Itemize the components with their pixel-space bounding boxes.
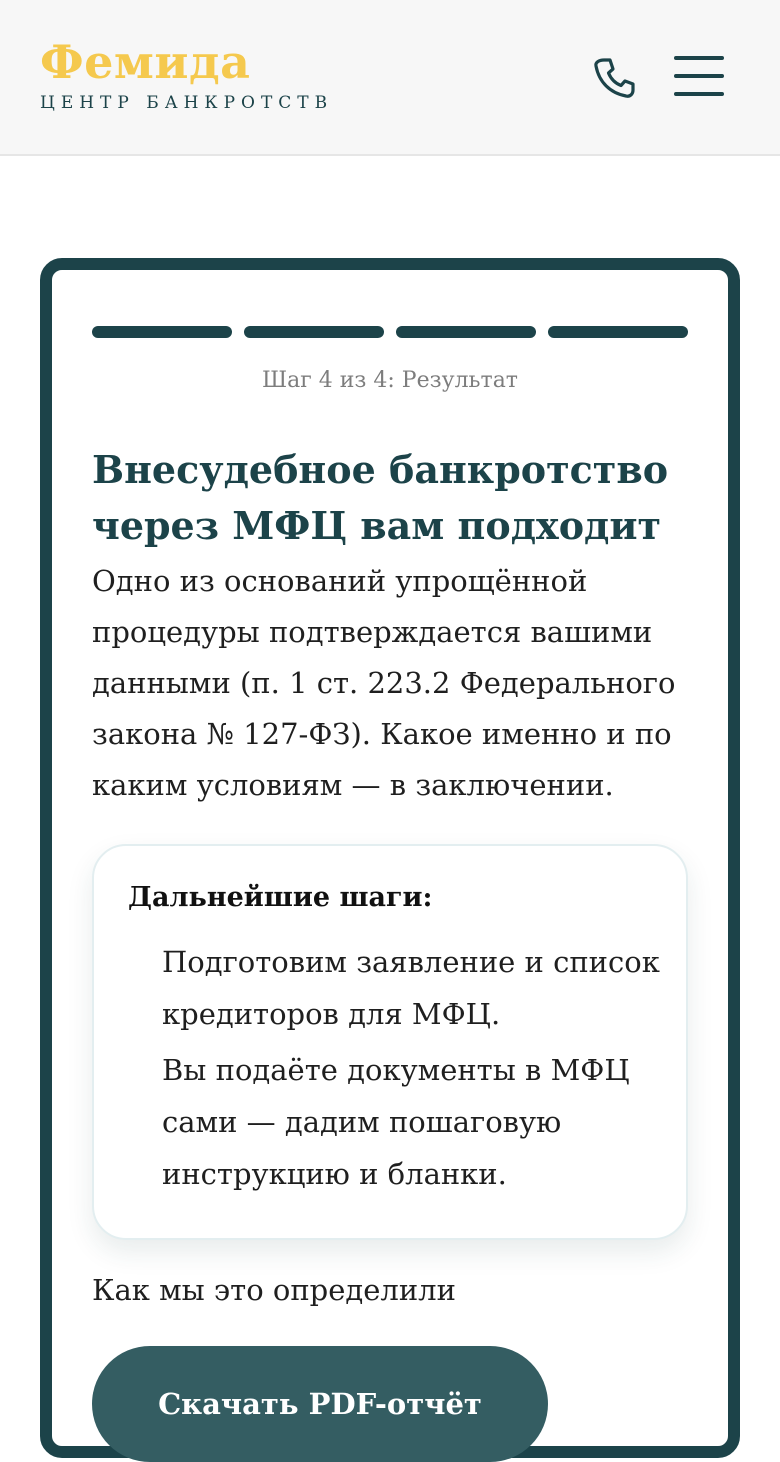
menu-button[interactable] (674, 56, 724, 98)
logo-title[interactable]: Фемида (40, 32, 250, 92)
site-header: Фемида ЦЕНТР БАНКРОТСТВ (0, 0, 780, 156)
how-determined-link[interactable]: Как мы это определили (92, 1270, 456, 1310)
download-pdf-button[interactable]: Скачать PDF-отчёт (92, 1346, 548, 1462)
logo-subtitle: ЦЕНТР БАНКРОТСТВ (40, 93, 334, 113)
progress-segment (244, 326, 384, 338)
progress-segment (92, 326, 232, 338)
next-step-item: Вы подаёте документы в МФЦ сами — дадим … (162, 1053, 630, 1191)
result-title: Внесудебное банкротство через МФЦ вам по… (92, 447, 669, 548)
progress-segment (396, 326, 536, 338)
phone-icon (594, 58, 635, 98)
result-description: Одно из оснований упрощённой процедуры п… (92, 564, 676, 802)
phone-button[interactable] (590, 54, 638, 102)
hamburger-menu-icon (674, 56, 724, 60)
next-steps-title: Дальнейшие шаги: (128, 882, 433, 913)
progress-segment (548, 326, 688, 338)
quiz-result-card: Шаг 4 из 4: Результат Внесудебное банкро… (40, 258, 740, 1462)
step-label: Шаг 4 из 4: Результат (262, 368, 518, 393)
next-steps-box: Дальнейшие шаги: Подготовим заявление и … (92, 844, 688, 1240)
progress-bar (92, 326, 688, 338)
next-steps-list: Подготовим заявление и список кредиторов… (162, 936, 662, 1204)
next-step-item: Подготовим заявление и список кредиторов… (162, 945, 660, 1031)
